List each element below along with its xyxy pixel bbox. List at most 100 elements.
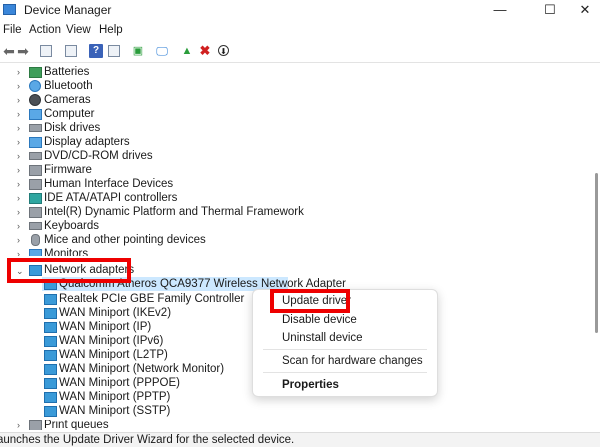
menu-item-scan-hardware[interactable]: Scan for hardware changes bbox=[282, 355, 423, 367]
chevron-right-icon[interactable]: › bbox=[17, 420, 20, 430]
highlight-network-adapters bbox=[7, 258, 131, 283]
menu-file[interactable]: File bbox=[3, 24, 22, 36]
tree-item-label: Cameras bbox=[44, 94, 91, 106]
tree-item-mice[interactable]: › Mice and other pointing devices bbox=[0, 233, 300, 247]
disk-drive-icon bbox=[29, 124, 42, 132]
action-pane-icon[interactable] bbox=[108, 45, 120, 57]
uninstall-device-icon[interactable]: ✖ bbox=[198, 44, 212, 58]
chevron-right-icon[interactable]: › bbox=[17, 233, 20, 247]
keyboard-icon bbox=[29, 222, 42, 230]
menu-action[interactable]: Action bbox=[29, 24, 61, 36]
tree-item-cameras[interactable]: › Cameras bbox=[0, 93, 300, 107]
menu-item-uninstall-device[interactable]: Uninstall device bbox=[282, 332, 363, 344]
status-text: aunches the Update Driver Wizard for the… bbox=[0, 434, 295, 446]
menu-item-disable-device[interactable]: Disable device bbox=[282, 314, 357, 326]
scrollbar-thumb[interactable] bbox=[595, 173, 598, 333]
tree-item-monitors[interactable]: › Monitors bbox=[0, 247, 300, 256]
chevron-right-icon[interactable]: › bbox=[17, 107, 20, 121]
system-device-icon bbox=[29, 207, 42, 218]
tree-item-disk-drives[interactable]: › Disk drives bbox=[0, 121, 300, 135]
chevron-right-icon[interactable]: › bbox=[17, 205, 20, 219]
toolbar: ⬅ ➡ ? ▣ 🖵 ▲ ✖ ⬇ bbox=[0, 40, 600, 63]
battery-icon bbox=[29, 67, 42, 78]
tree-item-ide-ata-atapi[interactable]: › IDE ATA/ATAPI controllers bbox=[0, 191, 300, 205]
device-item-label: WAN Miniport (SSTP) bbox=[59, 405, 171, 417]
device-item-wan-ipv6[interactable]: WAN Miniport (IPv6) bbox=[42, 334, 242, 348]
network-adapter-icon bbox=[44, 350, 57, 361]
tree-item-display-adapters[interactable]: › Display adapters bbox=[0, 135, 300, 149]
window-title: Device Manager bbox=[24, 3, 112, 17]
tree-item-print-queues[interactable]: › Print queues bbox=[0, 420, 300, 430]
tree-item-label: Batteries bbox=[44, 66, 90, 78]
device-item-wan-network-monitor[interactable]: WAN Miniport (Network Monitor) bbox=[42, 362, 242, 376]
vertical-scrollbar[interactable] bbox=[592, 63, 600, 432]
device-item-wan-l2tp[interactable]: WAN Miniport (L2TP) bbox=[42, 348, 242, 362]
chevron-right-icon[interactable]: › bbox=[17, 177, 20, 191]
device-item-wan-pptp[interactable]: WAN Miniport (PPTP) bbox=[42, 390, 242, 404]
device-item-wan-ikev2[interactable]: WAN Miniport (IKEv2) bbox=[42, 306, 242, 320]
tree-item-label: Display adapters bbox=[44, 136, 130, 148]
tree-item-batteries[interactable]: › Batteries bbox=[0, 65, 300, 79]
menu-item-properties[interactable]: Properties bbox=[282, 379, 339, 391]
chevron-right-icon[interactable]: › bbox=[17, 121, 20, 135]
tree-item-label: Firmware bbox=[44, 164, 92, 176]
chevron-right-icon[interactable]: › bbox=[17, 149, 20, 163]
tree-item-label: Monitors bbox=[44, 248, 89, 256]
device-item-label: WAN Miniport (IP) bbox=[59, 321, 152, 333]
menu-help[interactable]: Help bbox=[99, 24, 123, 36]
chevron-right-icon[interactable]: › bbox=[17, 135, 20, 149]
tree-item-human-interface-devices[interactable]: › Human Interface Devices bbox=[0, 177, 300, 191]
network-adapter-icon bbox=[44, 364, 57, 375]
forward-arrow-icon[interactable]: ➡ bbox=[16, 44, 30, 58]
network-adapter-icon bbox=[44, 308, 57, 319]
chevron-right-icon[interactable]: › bbox=[17, 247, 20, 256]
device-item-wan-sstp[interactable]: WAN Miniport (SSTP) bbox=[42, 404, 242, 418]
close-button[interactable]: ✕ bbox=[565, 0, 600, 20]
chevron-right-icon[interactable]: › bbox=[17, 93, 20, 107]
network-adapter-icon bbox=[44, 406, 57, 417]
menu-view[interactable]: View bbox=[66, 24, 91, 36]
chevron-right-icon[interactable]: › bbox=[17, 79, 20, 93]
update-driver-icon[interactable]: ▲ bbox=[180, 44, 194, 58]
help-icon[interactable]: ? bbox=[89, 44, 103, 58]
tree-item-dvd-cd-rom-drives[interactable]: › DVD/CD-ROM drives bbox=[0, 149, 300, 163]
monitor-icon bbox=[29, 249, 42, 256]
chevron-right-icon[interactable]: › bbox=[17, 163, 20, 177]
chevron-right-icon[interactable]: › bbox=[17, 219, 20, 233]
tree-item-computer[interactable]: › Computer bbox=[0, 107, 300, 121]
device-item-label: WAN Miniport (IKEv2) bbox=[59, 307, 172, 319]
device-item-wan-ip[interactable]: WAN Miniport (IP) bbox=[42, 320, 242, 334]
device-item-wan-pppoe[interactable]: WAN Miniport (PPPOE) bbox=[42, 376, 242, 390]
tree-item-intel-dptf[interactable]: › Intel(R) Dynamic Platform and Thermal … bbox=[0, 205, 320, 219]
minimize-button[interactable]: — bbox=[480, 0, 520, 20]
device-item-realtek[interactable]: Realtek PCIe GBE Family Controller bbox=[42, 292, 282, 306]
tree-item-firmware[interactable]: › Firmware bbox=[0, 163, 300, 177]
tree-item-bluetooth[interactable]: › Bluetooth bbox=[0, 79, 300, 93]
network-adapter-icon bbox=[44, 336, 57, 347]
properties-icon[interactable] bbox=[65, 45, 77, 57]
back-arrow-icon[interactable]: ⬅ bbox=[2, 44, 16, 58]
mouse-icon bbox=[31, 234, 40, 246]
camera-icon bbox=[29, 94, 41, 106]
printer-icon bbox=[29, 420, 42, 430]
tree-item-label: Keyboards bbox=[44, 220, 99, 232]
network-adapter-icon bbox=[44, 378, 57, 389]
tree-item-keyboards[interactable]: › Keyboards bbox=[0, 219, 300, 233]
device-item-label: Realtek PCIe GBE Family Controller bbox=[59, 293, 245, 305]
dvd-drive-icon bbox=[29, 152, 42, 160]
scan-hardware-monitor-icon[interactable]: 🖵 bbox=[155, 44, 169, 58]
chevron-right-icon[interactable]: › bbox=[17, 65, 20, 79]
device-item-label: WAN Miniport (Network Monitor) bbox=[59, 363, 225, 375]
display-adapter-icon bbox=[29, 137, 42, 148]
print-icon[interactable]: ▣ bbox=[131, 44, 145, 58]
device-item-label: WAN Miniport (IPv6) bbox=[59, 335, 164, 347]
tree-item-label: Mice and other pointing devices bbox=[44, 234, 206, 246]
title-bar: Device Manager — ☐ ✕ bbox=[0, 0, 600, 20]
download-driver-icon[interactable]: ⬇ bbox=[218, 45, 229, 56]
tree-item-label: Intel(R) Dynamic Platform and Thermal Fr… bbox=[44, 206, 304, 218]
chevron-right-icon[interactable]: › bbox=[17, 191, 20, 205]
show-hide-console-tree-icon[interactable] bbox=[40, 45, 52, 57]
hid-icon bbox=[29, 179, 42, 190]
device-item-label: WAN Miniport (L2TP) bbox=[59, 349, 168, 361]
maximize-button[interactable]: ☐ bbox=[530, 0, 570, 20]
